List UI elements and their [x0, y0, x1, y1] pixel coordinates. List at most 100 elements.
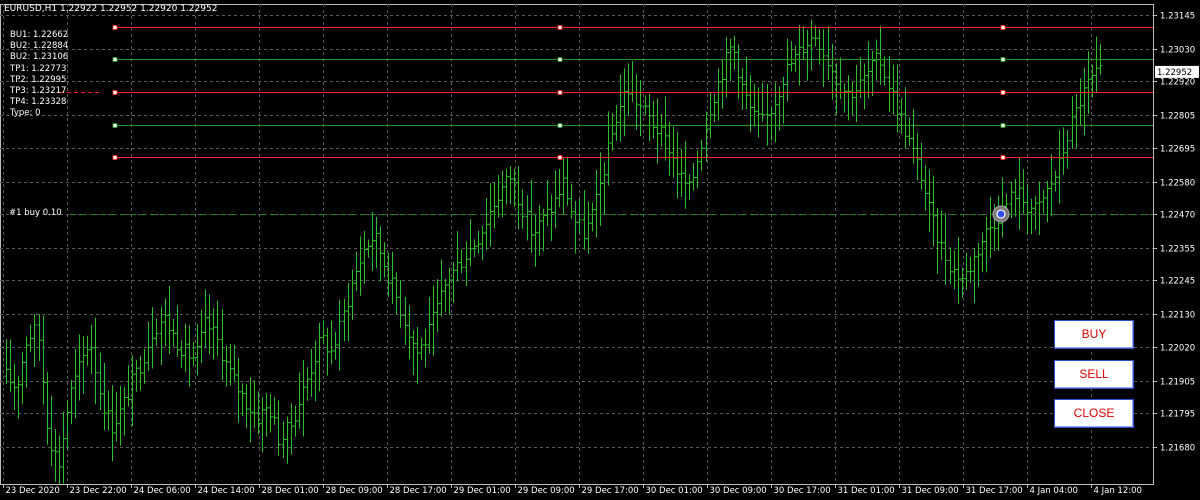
ohlc-bar — [813, 25, 818, 47]
ohlc-bar — [431, 285, 436, 356]
ohlc-bar — [996, 195, 1001, 251]
price-chart[interactable]: 1.23145 1.23030 1.22920 1.22805 1.22695 1.225… — [0, 0, 1200, 500]
ohlc-bar — [594, 169, 599, 238]
time-tick-label: 23 Dec 2020 — [6, 486, 60, 496]
time-tick-label: 28 Dec 17:00 — [390, 486, 447, 496]
ohlc-bar — [557, 168, 562, 208]
ohlc-bar — [573, 200, 578, 254]
ohlc-bar — [480, 225, 485, 260]
ohlc-bar — [943, 213, 948, 286]
price-tick-label: 1.23030 — [1160, 46, 1195, 56]
ohlc-bar — [878, 25, 883, 85]
ohlc-bar — [862, 63, 867, 110]
ea-line-tp2: TP2: 1.22995 — [10, 74, 67, 85]
ohlc-bar — [451, 261, 456, 303]
ohlc-bar — [228, 344, 233, 386]
current-price-label: 1.22952 — [1157, 68, 1192, 78]
ohlc-bar — [370, 211, 375, 271]
price-tick-label: 1.22020 — [1160, 344, 1195, 354]
ohlc-bar — [980, 232, 985, 272]
close-button[interactable]: CLOSE — [1054, 399, 1134, 428]
ohlc-bar — [939, 210, 944, 260]
ohlc-bar — [240, 383, 245, 417]
ohlc-bar — [724, 37, 729, 98]
time-tick-label: 31 Dec 01:00 — [838, 486, 895, 496]
ohlc-bar — [89, 324, 94, 374]
chart-title: EURUSD,H1 1.22922 1.22952 1.22920 1.2295… — [4, 4, 218, 14]
price-tick-label: 1.21905 — [1160, 378, 1195, 388]
ohlc-bar — [618, 74, 623, 142]
ea-info-panel: BU1: 1.22662 BU2: 1.22884 BU2: 1.23106 T… — [10, 30, 68, 120]
ohlc-bar — [948, 247, 953, 285]
ohlc-bar — [150, 307, 155, 369]
ohlc-bar — [57, 435, 62, 485]
ohlc-bar — [736, 44, 741, 100]
ohlc-bar — [781, 76, 786, 124]
time-tick-label: 29 Dec 09:00 — [518, 486, 575, 496]
ohlc-bar — [765, 84, 770, 146]
ohlc-bar — [476, 230, 481, 254]
ohlc-bar — [854, 64, 859, 123]
ohlc-bar — [1070, 96, 1075, 149]
ea-line-tp1: TP1: 1.22773 — [10, 63, 67, 74]
ohlc-bar — [195, 324, 200, 376]
ohlc-bar — [309, 349, 314, 397]
ohlc-bar — [821, 29, 826, 88]
ohlc-bar — [870, 51, 875, 97]
order-label: #1 buy 0.10 — [9, 208, 62, 218]
level-marker — [1000, 123, 1006, 128]
ohlc-bar — [830, 43, 835, 100]
chart-window[interactable]: 1.23145 1.23030 1.22920 1.22805 1.22695 1.225… — [0, 0, 1200, 500]
ohlc-bar — [508, 166, 513, 205]
ohlc-bar — [93, 317, 98, 405]
ea-line-type: Type: 0 — [10, 108, 41, 119]
ohlc-bar — [1078, 78, 1083, 126]
price-tick-label: 1.22920 — [1160, 78, 1195, 88]
ohlc-bar — [394, 272, 399, 315]
ohlc-bar — [211, 308, 216, 360]
ohlc-bar — [1017, 157, 1022, 230]
ohlc-bar — [687, 174, 692, 201]
ea-line-tp4: TP4: 1.23328 — [10, 97, 67, 108]
ohlc-bar — [293, 405, 298, 437]
level-marker — [557, 25, 563, 30]
ohlc-bar — [191, 341, 196, 366]
level-marker — [1000, 25, 1006, 30]
ohlc-bar — [956, 237, 961, 304]
price-tick-label: 1.22245 — [1160, 277, 1195, 287]
ohlc-bar — [122, 386, 127, 436]
level-marker — [557, 90, 563, 95]
ohlc-bar — [138, 356, 143, 391]
ohlc-bar — [610, 113, 615, 151]
ohlc-bar — [484, 197, 489, 250]
ohlc-bar — [582, 190, 587, 250]
time-tick-label: 28 Dec 09:00 — [326, 486, 383, 496]
ohlc-bar — [1074, 94, 1079, 149]
ohlc-bar — [797, 24, 802, 86]
ohlc-bar — [459, 249, 464, 274]
ohlc-bar — [106, 390, 111, 431]
time-tick-label: 24 Dec 14:00 — [198, 486, 255, 496]
ohlc-bar — [496, 174, 501, 218]
ohlc-bar — [968, 256, 973, 284]
ohlc-bar — [655, 98, 660, 164]
ohlc-bar — [232, 344, 237, 381]
ohlc-bar — [500, 170, 505, 218]
ohlc-bar — [244, 383, 249, 428]
ohlc-bar — [464, 241, 469, 287]
ohlc-bar — [325, 327, 330, 376]
ohlc-bar — [663, 96, 668, 161]
ohlc-bar — [1065, 130, 1070, 169]
order-marker-dot — [996, 209, 1006, 219]
ohlc-bar — [858, 57, 863, 98]
ohlc-bar — [236, 357, 241, 423]
sell-button[interactable]: SELL — [1054, 360, 1134, 389]
ohlc-bar — [69, 379, 74, 425]
ohlc-bar — [1013, 178, 1018, 217]
ohlc-bar — [931, 175, 936, 247]
buy-button[interactable]: BUY — [1054, 320, 1134, 349]
ohlc-bar — [203, 289, 208, 349]
ohlc-bar — [175, 305, 180, 357]
time-tick-label: 4 Jan 04:00 — [1030, 486, 1078, 496]
price-tick-label: 1.22580 — [1160, 179, 1195, 189]
